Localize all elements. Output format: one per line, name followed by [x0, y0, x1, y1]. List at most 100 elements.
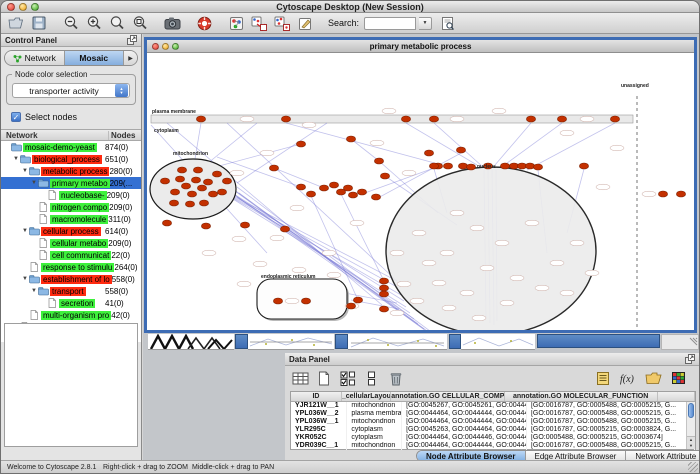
network-thumbnail-art [148, 334, 234, 350]
search-options-icon[interactable] [439, 15, 457, 32]
zoom-selected-icon[interactable] [131, 15, 149, 32]
minimized-window[interactable] [348, 334, 447, 350]
formula-icon[interactable]: f(x) [618, 368, 638, 388]
table-cell: YLR295C [291, 426, 347, 434]
tree-item-nucleobase-[interactable]: nucleobase-209(0) [1, 189, 141, 201]
tree-item-biological-process[interactable]: ▼ biological_process651(0) [1, 153, 141, 165]
tree-item-transport[interactable]: ▼ transport 558(0) [1, 285, 141, 297]
search-input[interactable] [364, 17, 416, 30]
node-attributes-icon[interactable] [250, 15, 268, 32]
minimized-window-titlebar[interactable] [537, 334, 660, 348]
tree-column-network[interactable]: Network [1, 131, 109, 140]
tree-item-secretion[interactable]: secretion41(0) [1, 297, 141, 309]
tab-network-attribute-browser[interactable]: Network Attribute Browser [626, 451, 699, 460]
tree-item-mosaic-demo-yeast[interactable]: mosaic-demo-yeast874(0) [1, 141, 141, 153]
tree-item-cell-communicat[interactable]: cell communicat22(0) [1, 249, 141, 261]
table-row[interactable]: YKR052Ccytoplasm[GO:0044464, GO:0044446,… [291, 434, 695, 442]
table-row[interactable]: YPL036W__2plasma membrane[GO:0044464, GO… [291, 410, 695, 418]
expand-triangle-icon[interactable]: ▼ [12, 156, 20, 162]
tree-item-label: biological_process [32, 155, 102, 164]
annotation-icon[interactable] [296, 15, 314, 32]
tab-mosaic[interactable]: Mosaic [65, 51, 125, 65]
tree-item-response-to-stimulu[interactable]: response to stimulu264(0) [1, 261, 141, 273]
tab-network[interactable]: Network [5, 51, 65, 65]
tree-item-nitrogen-compo[interactable]: nitrogen compo209(0) [1, 201, 141, 213]
table-row[interactable]: YPL036W__1mitochondrion[GO:0044464, GO:0… [291, 418, 695, 426]
open-icon[interactable] [7, 15, 25, 32]
save-icon[interactable] [30, 15, 48, 32]
search-dropdown-button[interactable]: ▼ [419, 17, 432, 30]
column-header-3[interactable]: annotation.GO CELLULAR_COMPONENT [391, 392, 504, 401]
tree-item-cellular-metabo[interactable]: cellular metabo209(0) [1, 237, 141, 249]
minimized-window-titlebar[interactable] [449, 334, 461, 349]
minimized-window[interactable] [148, 334, 234, 350]
expand-triangle-icon[interactable]: ▼ [30, 180, 38, 186]
network-window-titlebar[interactable]: primary metabolic process [147, 40, 694, 53]
tree-item-establishment-of-lo[interactable]: ▼establishment of lo558(0) [1, 273, 141, 285]
heatmap-icon[interactable] [668, 368, 688, 388]
tree-item-label: secretion [59, 299, 95, 308]
expand-triangle-icon[interactable]: ▼ [30, 288, 38, 294]
table-cell: [GO:0016787, GO:0005215, GO:0003824, G..… [527, 426, 695, 434]
tree-item-count: 614(0) [105, 227, 141, 236]
delete-attribute-icon[interactable] [386, 368, 406, 388]
birds-eye-view[interactable] [4, 323, 138, 447]
tree-item-metabolic-process[interactable]: ▼metabolic process280(0) [1, 165, 141, 177]
table-cell: [GO:0045267, GO:0045261, GO:0044464, G..… [402, 402, 527, 410]
tree-item-count: 558(0) [105, 287, 141, 296]
float-icon[interactable] [685, 354, 695, 364]
table-scrollbar[interactable]: ▲▼ [686, 402, 695, 449]
table-row[interactable]: YLR295Ccytoplasm[GO:0045263, GO:0044464,… [291, 426, 695, 434]
network-canvas[interactable]: plasma membrane cytoplasm mitochondrion … [147, 53, 694, 330]
folder-icon [29, 166, 41, 176]
tab-overflow-arrow[interactable]: ▶ [124, 51, 137, 65]
resize-grip[interactable] [688, 462, 698, 472]
new-attribute-icon[interactable] [314, 368, 334, 388]
tree-item-macromolecule[interactable]: macromolecule311(0) [1, 213, 141, 225]
node-color-dropdown[interactable]: transporter activity ▲▼ [12, 83, 130, 98]
column-header-1[interactable]: ID [291, 392, 342, 401]
folder-icon [38, 178, 50, 188]
float-icon[interactable] [127, 35, 137, 45]
tree-item-multi-organism-pro[interactable]: multi-organism pro42(0) [1, 309, 141, 321]
unselect-attributes-icon[interactable] [362, 368, 382, 388]
minimized-window[interactable] [248, 334, 334, 350]
tree-item-label: transport [50, 287, 86, 296]
table-row[interactable]: YJR121W__1mitochondrion[GO:0045267, GO:0… [291, 402, 695, 410]
tree-column-nodes[interactable]: Nodes [109, 131, 141, 140]
zoom-out-icon[interactable] [62, 15, 80, 32]
column-header-4[interactable]: annotation.GO MOLECULAR_FUNCTION [505, 392, 658, 401]
zoom-in-icon[interactable] [85, 15, 103, 32]
tree-item-count: 651(0) [105, 155, 141, 164]
report-icon[interactable] [593, 368, 613, 388]
import-icon[interactable] [643, 368, 663, 388]
scrollbar-thumb[interactable] [688, 403, 694, 418]
file-icon [38, 214, 50, 224]
snapshot-icon[interactable] [163, 15, 181, 32]
tree-item-cellular-process[interactable]: ▼cellular process614(0) [1, 225, 141, 237]
network-tree: mosaic-demo-yeast874(0)▼biological_proce… [1, 141, 141, 342]
expand-triangle-icon[interactable]: ▼ [21, 228, 29, 234]
tree-item-primary-metabo[interactable]: ▼primary metabo209(... [1, 177, 141, 189]
column-header-empty[interactable] [658, 392, 695, 401]
table-row[interactable]: YDR039C__1mitochondrion[GO:0044464, GO:0… [291, 442, 695, 450]
select-nodes-checkbox[interactable]: ✓ [11, 112, 21, 122]
scrollbar-arrows[interactable]: ▲▼ [687, 436, 695, 449]
minimized-window-titlebar[interactable] [335, 334, 348, 349]
tab-node-attribute-browser[interactable]: Node Attribute Browser [417, 451, 526, 460]
attribute-table-icon[interactable] [290, 368, 310, 388]
minimized-window-titlebar[interactable] [235, 334, 248, 349]
select-attributes-icon[interactable] [338, 368, 358, 388]
zoom-fit-icon[interactable] [108, 15, 126, 32]
file-icon [29, 310, 41, 320]
expand-triangle-icon[interactable]: ▼ [21, 276, 29, 282]
column-header-2[interactable]: _cellularLayoutRegion [342, 392, 391, 401]
vizmapper-icon[interactable] [227, 15, 245, 32]
tree-item-label: macromolecule [50, 215, 108, 224]
tab-edge-attribute-browser[interactable]: Edge Attribute Browser [526, 451, 627, 460]
expand-triangle-icon[interactable]: ▼ [21, 168, 29, 174]
help-icon[interactable] [195, 15, 213, 32]
minimized-window[interactable] [461, 334, 535, 350]
edge-attributes-icon[interactable] [273, 15, 291, 32]
attribute-table-header: ID_cellularLayoutRegionannotation.GO CEL… [291, 392, 695, 402]
